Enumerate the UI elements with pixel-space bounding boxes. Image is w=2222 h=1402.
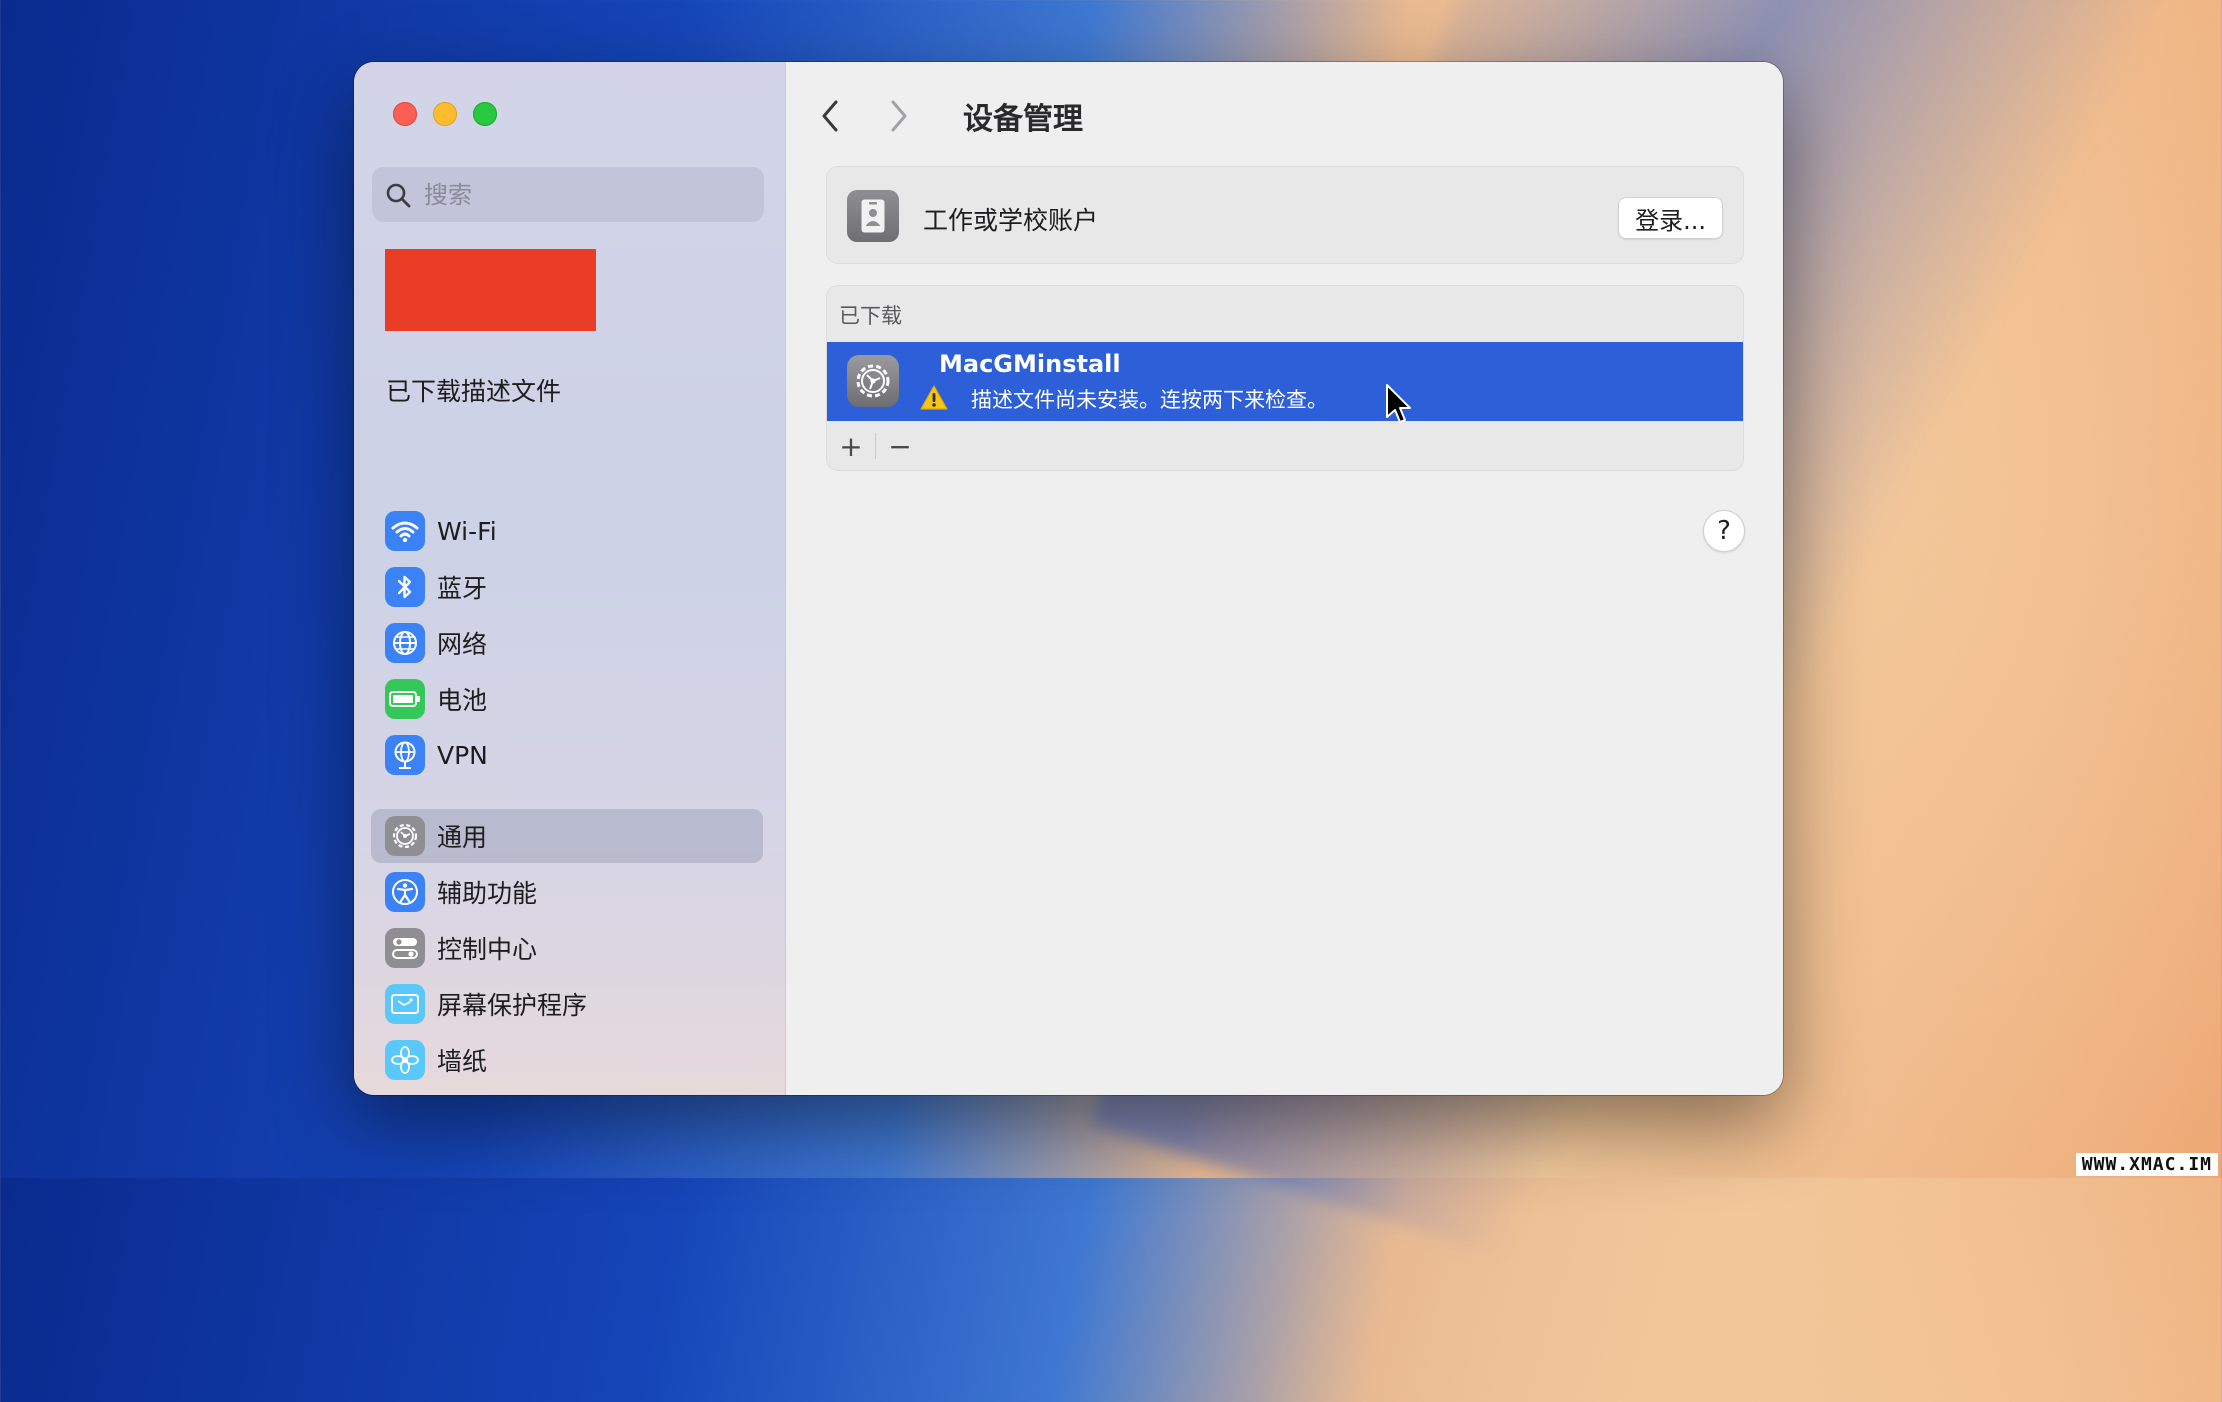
sidebar-item-control-center[interactable]: 控制中心: [371, 921, 763, 975]
wallpaper-flower-icon: [385, 1040, 425, 1080]
gear-icon: [385, 816, 425, 856]
sidebar-item-label: 辅助功能: [437, 879, 538, 908]
profile-row-selected[interactable]: MacGMinstall 描述文件尚未安装。连按两下来检查。: [827, 342, 1743, 421]
wifi-icon: [385, 511, 425, 551]
section-header: 已下载: [839, 304, 902, 328]
globe-icon: [385, 623, 425, 663]
screensaver-icon: [385, 984, 425, 1024]
settings-gear-icon: [847, 355, 899, 407]
help-button[interactable]: ?: [1703, 510, 1745, 552]
battery-icon: [385, 679, 425, 719]
settings-window: 已下载描述文件 Wi-Fi 蓝牙 网络 电池: [354, 62, 1783, 1095]
work-school-account-card: 工作或学校账户 登录...: [826, 166, 1744, 264]
zoom-window-button[interactable]: [473, 102, 497, 126]
sidebar-item-label: 屏幕保护程序: [437, 991, 588, 1020]
bluetooth-icon: [385, 567, 425, 607]
sidebar-item-screen-saver[interactable]: 屏幕保护程序: [371, 977, 763, 1031]
back-button[interactable]: [810, 90, 850, 146]
sidebar-item-label: 通用: [437, 823, 488, 852]
chevron-right-icon: [889, 99, 909, 137]
sidebar: 已下载描述文件 Wi-Fi 蓝牙 网络 电池: [354, 62, 786, 1095]
warning-triangle-icon: [919, 384, 949, 412]
sidebar-item-wifi[interactable]: Wi-Fi: [371, 504, 763, 558]
sidebar-item-label: Wi-Fi: [437, 516, 497, 546]
mouse-pointer-icon: [1386, 384, 1411, 423]
id-badge-icon: [847, 190, 899, 242]
sidebar-item-network[interactable]: 网络: [371, 616, 763, 670]
sidebar-item-bluetooth[interactable]: 蓝牙: [371, 560, 763, 614]
sidebar-item-accessibility[interactable]: 辅助功能: [371, 865, 763, 919]
sidebar-item-vpn[interactable]: VPN: [371, 728, 763, 782]
sidebar-item-battery[interactable]: 电池: [371, 672, 763, 726]
forward-button[interactable]: [879, 90, 919, 146]
accessibility-icon: [385, 872, 425, 912]
sidebar-item-wallpaper[interactable]: 墙纸: [371, 1033, 763, 1087]
account-label: 工作或学校账户: [923, 206, 1099, 235]
vpn-globe-icon: [385, 735, 425, 775]
search-box[interactable]: [372, 167, 764, 222]
list-actions-bar: + −: [827, 422, 1743, 470]
sidebar-item-label: 墙纸: [437, 1047, 488, 1076]
sidebar-item-general[interactable]: 通用: [371, 809, 763, 863]
page-title: 设备管理: [963, 102, 1083, 137]
downloaded-profiles-card: 已下载 MacGMinstall 描述文件尚未安装。连按两下来检查。 + −: [826, 285, 1744, 471]
add-profile-button[interactable]: +: [827, 428, 875, 464]
close-window-button[interactable]: [393, 102, 417, 126]
content-pane: 设备管理 工作或学校账户 登录... 已下载 MacGMinstall 描述文件…: [786, 62, 1783, 1095]
remove-profile-button[interactable]: −: [876, 428, 924, 464]
sidebar-item-label: VPN: [437, 740, 488, 770]
profile-name: MacGMinstall: [939, 350, 1121, 378]
search-input[interactable]: [422, 179, 746, 210]
redacted-account-block[interactable]: [385, 249, 596, 331]
sidebar-item-downloaded-profiles[interactable]: 已下载描述文件: [386, 372, 561, 408]
sidebar-item-label: 控制中心: [437, 935, 538, 964]
sidebar-item-label: 网络: [437, 630, 488, 659]
chevron-left-icon: [820, 99, 840, 137]
sidebar-item-label: 蓝牙: [437, 574, 488, 603]
profile-status: 描述文件尚未安装。连按两下来检查。: [971, 388, 1328, 412]
sidebar-item-appearance[interactable]: 外观: [371, 1089, 763, 1095]
minimize-window-button[interactable]: [433, 102, 457, 126]
login-button[interactable]: 登录...: [1618, 197, 1723, 239]
search-icon: [384, 181, 412, 209]
control-center-icon: [385, 928, 425, 968]
sidebar-item-label: 电池: [437, 686, 488, 715]
watermark: WWW.XMAC.IM: [2075, 1153, 2218, 1176]
